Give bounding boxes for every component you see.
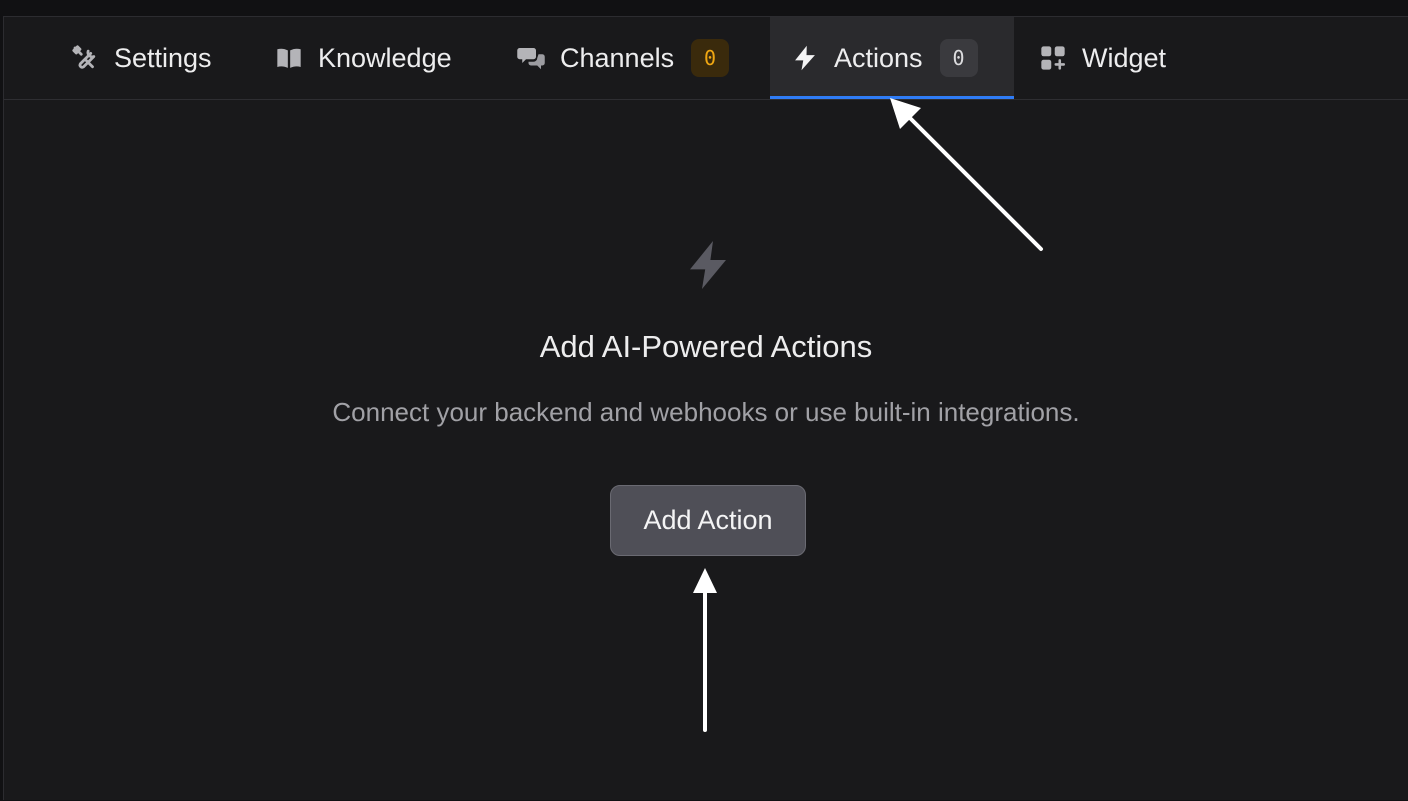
lightning-icon (684, 239, 732, 291)
empty-state-subtitle: Connect your backend and webhooks or use… (332, 397, 1080, 427)
add-action-button[interactable]: Add Action (610, 485, 806, 556)
app-frame: Settings Knowledge Channels 0 Actions 0 … (3, 16, 1408, 800)
actions-empty-state: Add AI-Powered Actions Connect your back… (4, 17, 1408, 801)
empty-state-title: Add AI-Powered Actions (539, 329, 873, 364)
